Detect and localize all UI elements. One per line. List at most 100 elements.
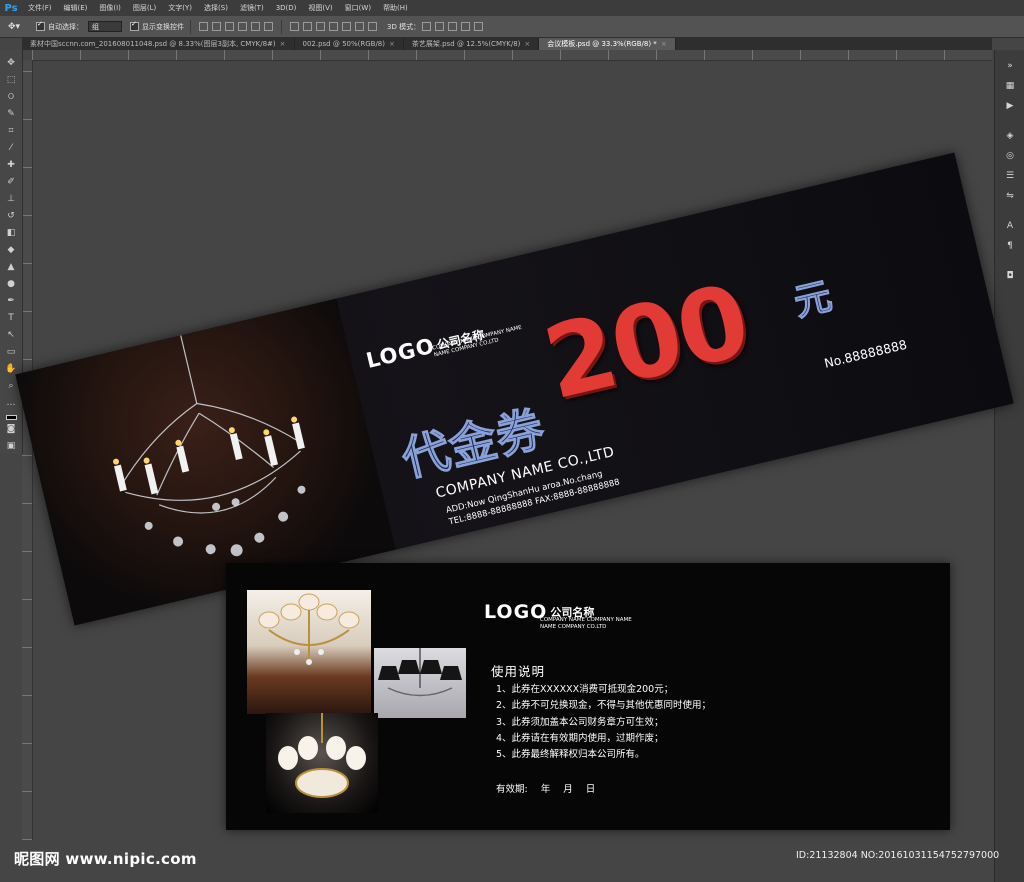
drag-3d-icon[interactable]: [448, 22, 458, 31]
more-tools-icon[interactable]: …: [4, 396, 18, 410]
eraser-tool-icon[interactable]: ◧: [4, 226, 18, 240]
channels-panel-icon[interactable]: ◎: [1003, 149, 1017, 163]
list-item: 4、此券请在有效期内使用，过期作废；: [496, 732, 664, 744]
marquee-tool-icon[interactable]: ⬚: [4, 73, 18, 87]
paint-bucket-icon[interactable]: ◆: [4, 243, 18, 257]
auto-select-checkbox[interactable]: [36, 20, 45, 31]
list-item: 1、此券在XXXXXX消费可抵现金200元；: [496, 684, 674, 695]
tab-label: 002.psd @ 50%(RGB/8): [302, 40, 386, 48]
menu-edit[interactable]: 编辑(E): [58, 3, 94, 13]
close-icon[interactable]: ×: [389, 40, 395, 48]
tab-document-3[interactable]: 茶艺展架.psd @ 12.5%(CMYK/8) ×: [404, 38, 540, 50]
horizontal-ruler[interactable]: [32, 50, 992, 61]
shape-tool-icon[interactable]: ▭: [4, 345, 18, 359]
lasso-tool-icon[interactable]: ଠ: [4, 90, 18, 104]
layers-panel-icon[interactable]: ◈: [1003, 129, 1017, 143]
divider: [190, 19, 191, 34]
instructions-title: 使用说明: [491, 664, 546, 679]
tab-document-4[interactable]: 会议模板.psd @ 33.3%(RGB/8) * ×: [539, 38, 676, 50]
list-item: 3、此券须加盖本公司财务章方可生效；: [496, 716, 664, 728]
menu-3d[interactable]: 3D(D): [270, 4, 303, 12]
history-brush-icon[interactable]: ↺: [4, 209, 18, 223]
screen-mode-icon[interactable]: ▣: [4, 439, 18, 453]
show-transform-checkbox[interactable]: [130, 20, 139, 31]
dodge-tool-icon[interactable]: ●: [4, 277, 18, 291]
collapse-panel-icon[interactable]: »: [1003, 59, 1017, 73]
brush-tool-icon[interactable]: ✐: [4, 175, 18, 189]
align-bottom-icon[interactable]: [225, 22, 234, 31]
auto-select-dropdown[interactable]: 组: [88, 21, 122, 32]
distribute-bottom-icon[interactable]: [316, 22, 325, 31]
menu-layer[interactable]: 图层(L): [127, 3, 162, 13]
align-vcenter-icon[interactable]: [212, 22, 221, 31]
distribute-right-icon[interactable]: [355, 22, 364, 31]
tab-document-1[interactable]: 素材中国sccnn.com_201608011048.psd @ 8.33%(图…: [22, 38, 295, 50]
history-panel-icon[interactable]: ▦: [1003, 79, 1017, 93]
tab-label: 茶艺展架.psd @ 12.5%(CMYK/8): [411, 40, 521, 48]
align-right-icon[interactable]: [264, 22, 273, 31]
tab-document-2[interactable]: 002.psd @ 50%(RGB/8) ×: [295, 38, 404, 50]
close-icon[interactable]: ×: [524, 40, 530, 48]
menu-image[interactable]: 图像(I): [93, 3, 127, 13]
slide-3d-icon[interactable]: [461, 22, 471, 31]
image-id-watermark: ID:21132804 NO:20161031154752797000: [796, 850, 1000, 861]
voucher-amount: 200: [533, 261, 759, 423]
logo-text: LOGO: [363, 333, 438, 373]
distribute-hcenter-icon[interactable]: [342, 22, 351, 31]
menu-file[interactable]: 文件(F): [22, 3, 58, 13]
type-tool-icon[interactable]: T: [4, 311, 18, 325]
clone-stamp-icon[interactable]: ⊥: [4, 192, 18, 206]
divider: [281, 19, 282, 34]
quick-mask-icon[interactable]: ◙: [4, 422, 18, 436]
currency-unit: 元: [789, 274, 836, 325]
adjustments-panel-icon[interactable]: ⇋: [1003, 189, 1017, 203]
close-icon[interactable]: ×: [661, 40, 667, 48]
blur-tool-icon[interactable]: ▲: [4, 260, 18, 274]
align-left-icon[interactable]: [238, 22, 247, 31]
quick-select-tool-icon[interactable]: ✎: [4, 107, 18, 121]
actions-panel-icon[interactable]: ▶: [1003, 99, 1017, 113]
tab-label: 素材中国sccnn.com_201608011048.psd @ 8.33%(图…: [30, 40, 276, 48]
move-tool-icon[interactable]: ✥▾: [0, 22, 28, 32]
eyedropper-tool-icon[interactable]: ⁄: [4, 141, 18, 155]
serial-number: No.88888888: [822, 336, 909, 371]
align-hcenter-icon[interactable]: [251, 22, 260, 31]
character-panel-icon[interactable]: A: [1003, 219, 1017, 233]
menu-type[interactable]: 文字(Y): [162, 3, 198, 13]
validity-date: 有效期: 年 月 日: [496, 784, 596, 795]
chandelier-illustration: [378, 648, 462, 697]
voucher-front[interactable]: LOGO 公司名称 COMPANY NAME COMPANY NAME NAME…: [15, 152, 1014, 626]
app-logo[interactable]: Ps: [0, 0, 22, 16]
vertical-ruler[interactable]: [22, 60, 33, 840]
options-bar: ✥▾ 自动选择： 组 显示变换控件 3D 模式：: [0, 16, 1024, 38]
auto-align-icon[interactable]: [368, 22, 377, 31]
distribute-vcenter-icon[interactable]: [303, 22, 312, 31]
logo-text: LOGO: [484, 601, 548, 623]
rotate-3d-icon[interactable]: [422, 22, 432, 31]
roll-3d-icon[interactable]: [435, 22, 445, 31]
healing-brush-icon[interactable]: ✚: [4, 158, 18, 172]
menu-help[interactable]: 帮助(H): [377, 3, 414, 13]
paths-panel-icon[interactable]: ☰: [1003, 169, 1017, 183]
paragraph-panel-icon[interactable]: ¶: [1003, 239, 1017, 253]
distribute-top-icon[interactable]: [290, 22, 299, 31]
chandelier-illustration: [258, 593, 360, 665]
scale-3d-icon[interactable]: [474, 22, 484, 31]
auto-select-label: 自动选择：: [48, 22, 83, 31]
document-tabs: 素材中国sccnn.com_201608011048.psd @ 8.33%(图…: [22, 38, 992, 50]
voucher-back[interactable]: LOGO 公司名称 COMPANY NAME COMPANY NAME NAME…: [226, 563, 950, 830]
path-select-icon[interactable]: ↖: [4, 328, 18, 342]
move-tool-icon[interactable]: ✥: [4, 56, 18, 70]
close-icon[interactable]: ×: [280, 40, 286, 48]
crop-tool-icon[interactable]: ⌗: [4, 124, 18, 138]
menu-filter[interactable]: 滤镜(T): [234, 3, 270, 13]
align-top-icon[interactable]: [199, 22, 208, 31]
chandelier-photo-gold: [247, 590, 371, 714]
menu-view[interactable]: 视图(V): [302, 3, 338, 13]
distribute-left-icon[interactable]: [329, 22, 338, 31]
pen-tool-icon[interactable]: ✒: [4, 294, 18, 308]
menu-select[interactable]: 选择(S): [198, 3, 234, 13]
3d-panel-icon[interactable]: ◘: [1003, 269, 1017, 283]
menu-window[interactable]: 窗口(W): [339, 3, 377, 13]
color-swatch[interactable]: [5, 415, 17, 420]
